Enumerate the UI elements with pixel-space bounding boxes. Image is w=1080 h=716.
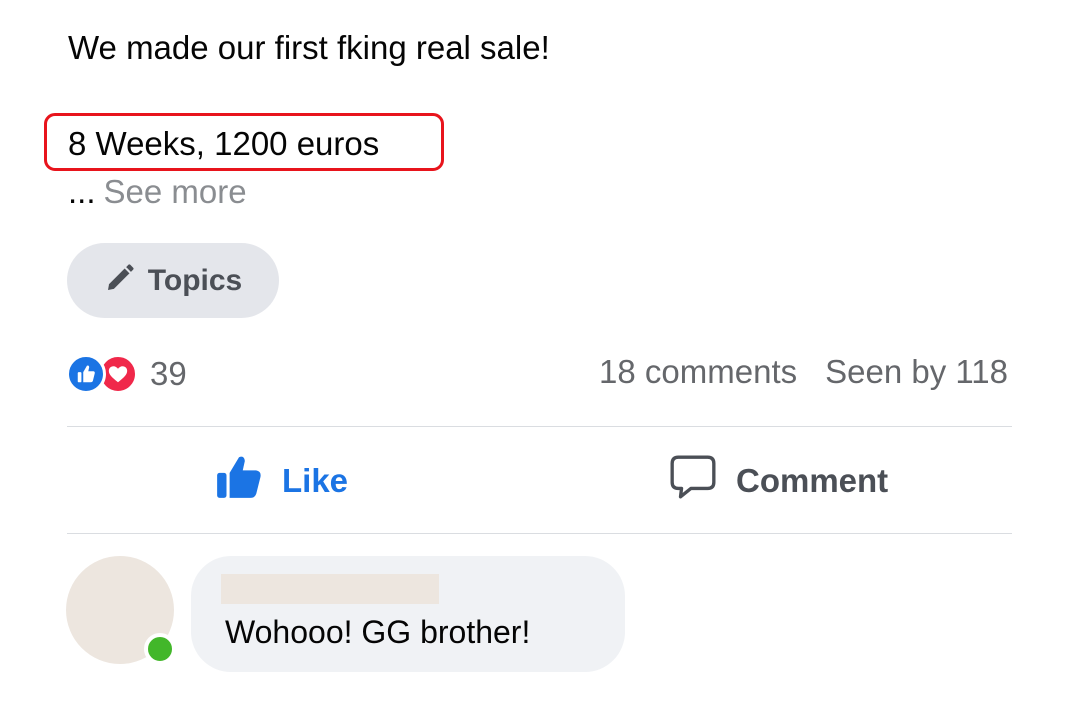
redacted-commenter-name bbox=[221, 574, 439, 604]
pencil-icon bbox=[104, 262, 136, 299]
divider bbox=[67, 426, 1012, 427]
post-text-line-2: 8 Weeks, 1200 euros bbox=[68, 125, 380, 162]
ellipsis: ... bbox=[68, 173, 96, 210]
like-label: Like bbox=[282, 462, 349, 499]
post-view: We made our first fking real sale! 8 Wee… bbox=[0, 0, 1080, 716]
see-more-row: ... See more bbox=[68, 172, 247, 212]
comment-text: Wohooo! GG brother! bbox=[225, 614, 531, 650]
comments-count-link[interactable]: 18 comments bbox=[599, 353, 797, 390]
thumbs-up-icon bbox=[214, 452, 264, 510]
comment-button[interactable]: Comment bbox=[668, 448, 888, 514]
topics-button[interactable]: Topics bbox=[67, 243, 279, 318]
post-stats: 18 comments Seen by 118 bbox=[599, 353, 1008, 391]
comment-label: Comment bbox=[736, 462, 889, 499]
see-more-link[interactable]: See more bbox=[104, 173, 247, 210]
post-text-line-1: We made our first fking real sale! bbox=[68, 29, 550, 66]
reaction-count: 39 bbox=[150, 355, 187, 392]
reaction-summary[interactable]: 39 bbox=[66, 353, 187, 395]
comment-bubble-icon bbox=[668, 452, 718, 510]
online-status-dot bbox=[144, 633, 176, 665]
like-reaction-icon bbox=[66, 354, 106, 394]
like-button[interactable]: Like bbox=[214, 448, 348, 514]
divider bbox=[67, 533, 1012, 534]
comment-bubble[interactable]: Wohooo! GG brother! bbox=[191, 556, 625, 672]
topics-label: Topics bbox=[147, 263, 243, 297]
seen-by-link[interactable]: Seen by 118 bbox=[825, 353, 1008, 390]
